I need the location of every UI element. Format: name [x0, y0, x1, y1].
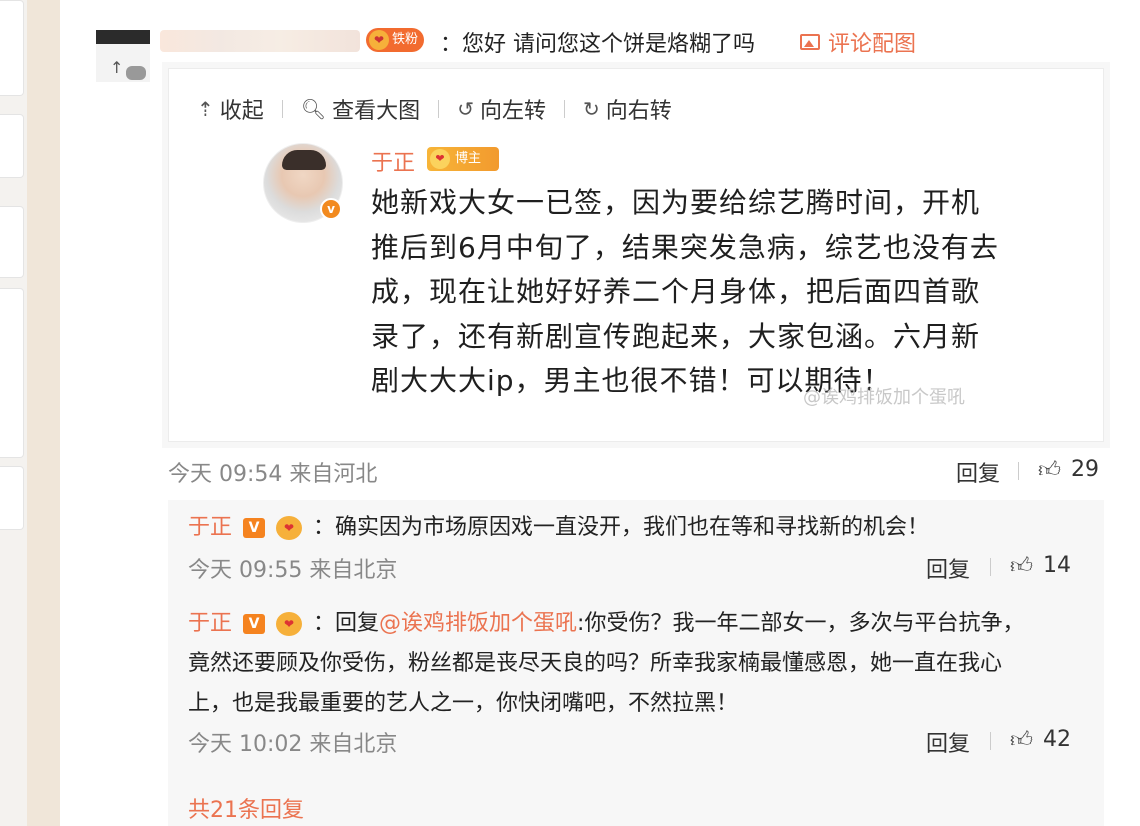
reply-text: :你受伤？我一年二部女一，多次与平台抗争，	[577, 611, 1025, 636]
verified-v-icon: V	[243, 614, 266, 634]
post-author-name: 于正	[371, 151, 416, 176]
sidebar-card	[0, 288, 24, 458]
thumbs-up-icon: 👍︎	[1038, 458, 1061, 483]
blogger-badge: ❤ 博主	[427, 147, 499, 171]
commenter-name-blurred	[160, 30, 360, 52]
collapse-button[interactable]: ⇡ 收起	[197, 93, 264, 125]
post-author-avatar: v	[263, 143, 343, 223]
reply-item: 于正 V ❤ ：确实因为市场原因戏一直没开，我们也在等和寻找新的机会！	[188, 508, 1084, 548]
reply-item: 于正 V ❤ ：回复@诶鸡排饭加个蛋吼:你受伤？我一年二部女一，多次与平台抗争，…	[188, 604, 1084, 724]
post-line: 成，现在让她好好养二个月身体，把后面四首歌	[371, 275, 981, 308]
sidebar-card	[0, 0, 24, 96]
reply-meta: 今天 09:55 来自北京 回复 👍︎ 14	[188, 552, 1084, 584]
post-line: 录了，还有新剧宣传跑起来，大家包涵。六月新	[371, 319, 981, 353]
sidebar-card	[0, 466, 24, 530]
like-count: 14	[1043, 553, 1071, 578]
reply-button[interactable]: 回复	[926, 726, 970, 758]
page-gutter	[27, 0, 60, 826]
image-icon	[800, 34, 820, 50]
expanded-image-panel: ⇡ 收起 🔍︎ 查看大图 ↺ 向左转 ↻ 向右转 v 于正 ❤ 博主 她新戏大女…	[168, 68, 1104, 442]
reply-timestamp: 今天 10:02 来自北京	[188, 732, 398, 757]
post-line: 她新戏大女一已签，因为要给综艺腾时间，开机	[371, 186, 981, 219]
sidebar-card	[0, 114, 24, 178]
rotate-left-icon: ↺	[457, 97, 474, 121]
like-button[interactable]: 👍︎ 29	[1038, 456, 1099, 483]
reply-timestamp: 今天 09:55 来自北京	[188, 558, 398, 583]
commenter-avatar[interactable]: ↑	[96, 30, 150, 82]
post-line: 推后到6月中旬了，结果突发急病，综艺也没有去	[371, 230, 999, 264]
reply-author-name[interactable]: 于正	[188, 611, 232, 636]
reply-prefix: ：回复	[313, 611, 380, 636]
left-sidebar-strip	[0, 0, 27, 826]
reply-author-name[interactable]: 于正	[188, 515, 232, 540]
reply-text: ：确实因为市场原因戏一直没开，我们也在等和寻找新的机会！	[313, 515, 930, 540]
comment-image-link[interactable]: 评论配图	[800, 26, 916, 58]
badge-hand-icon: ❤	[430, 149, 450, 169]
like-count: 29	[1071, 457, 1099, 482]
like-button[interactable]: 👍︎ 42	[1010, 726, 1071, 753]
view-large-button[interactable]: 🔍︎ 查看大图	[301, 93, 420, 125]
mention-link[interactable]: @诶鸡排饭加个蛋吼	[379, 611, 577, 636]
like-count: 42	[1043, 727, 1071, 752]
fan-hand-icon: ❤	[369, 30, 389, 50]
fan-badge: ❤ 铁粉	[366, 28, 425, 52]
verified-icon: v	[320, 198, 342, 220]
rotate-right-icon: ↻	[582, 97, 600, 121]
collapse-up-icon: ⇡	[197, 97, 214, 121]
reply-button[interactable]: 回复	[956, 456, 1000, 488]
rotate-left-button[interactable]: ↺ 向左转	[457, 93, 546, 125]
post-body-text: 她新戏大女一已签，因为要给综艺腾时间，开机 推后到6月中旬了，结果突发急病，综艺…	[371, 181, 1021, 404]
sidebar-card	[0, 206, 24, 278]
total-replies-link[interactable]: 共21条回复	[188, 792, 304, 824]
reply-button[interactable]: 回复	[926, 552, 970, 584]
comment-timestamp: 今天 09:54 来自河北	[168, 462, 378, 487]
image-watermark: @诶鸡排饭加个蛋吼	[803, 387, 965, 408]
image-toolbar: ⇡ 收起 🔍︎ 查看大图 ↺ 向左转 ↻ 向右转	[197, 93, 672, 125]
comment-meta: 今天 09:54 来自河北 回复 👍︎ 29	[168, 456, 1104, 488]
thumbs-up-icon: 👍︎	[1010, 728, 1033, 753]
thumbs-up-icon: 👍︎	[1010, 554, 1033, 579]
comment-text: ：您好 请问您这个饼是烙糊了吗	[440, 32, 755, 57]
like-button[interactable]: 👍︎ 14	[1010, 552, 1071, 579]
verified-v-icon: V	[243, 518, 266, 538]
reply-text: 竟然还要顾及你受伤，粉丝都是丧尽天良的吗？所幸我家楠最懂感恩，她一直在我心	[188, 651, 1003, 676]
rotate-right-button[interactable]: ↻ 向右转	[583, 93, 672, 125]
reply-meta: 今天 10:02 来自北京 回复 👍︎ 42	[188, 726, 1084, 758]
search-icon: 🔍︎	[300, 97, 327, 121]
replies-section: 于正 V ❤ ：确实因为市场原因戏一直没开，我们也在等和寻找新的机会！ 今天 0…	[168, 500, 1104, 826]
fan-hand-icon: ❤	[276, 612, 303, 636]
fan-hand-icon: ❤	[276, 516, 303, 540]
reply-text: 上，也是我最重要的艺人之一，你快闭嘴吧，不然拉黑！	[188, 691, 739, 716]
